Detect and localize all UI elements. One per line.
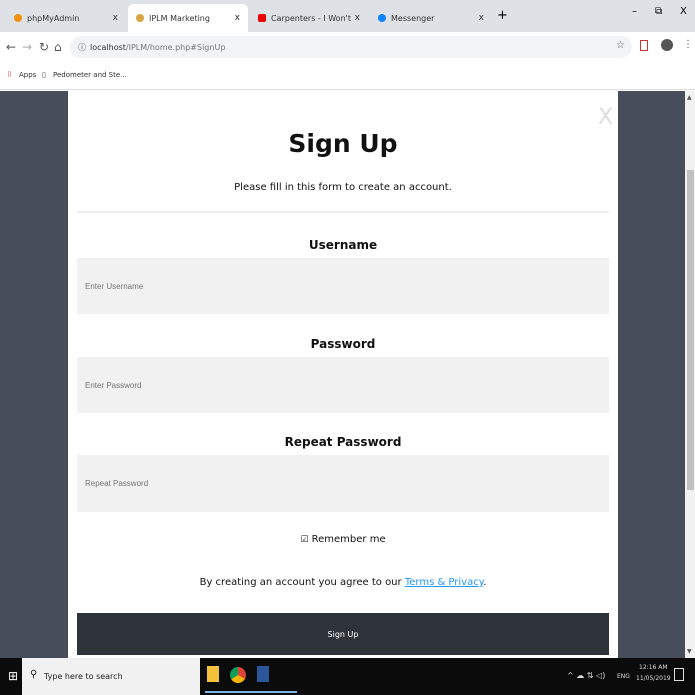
remember-checkbox[interactable]: ☑ [300, 535, 308, 545]
word-icon[interactable] [257, 666, 269, 682]
extension-icon[interactable] [640, 40, 648, 51]
tab-title: IPLM Marketing [149, 13, 210, 23]
back-icon[interactable]: ← [6, 40, 16, 54]
messenger-icon [378, 14, 386, 22]
scroll-up-icon[interactable]: ▲ [687, 94, 692, 101]
bookmark-pedometer[interactable]: Pedometer and Ste... [53, 71, 127, 79]
tab-iplm-marketing[interactable]: IPLM Marketing x [128, 4, 248, 32]
tab-phpmyadmin[interactable]: phpMyAdmin x [6, 4, 126, 32]
address-path: /IPLM/home.php#SignUp [125, 42, 226, 52]
close-tab-icon[interactable]: x [113, 13, 118, 23]
close-modal-button[interactable]: X [598, 105, 613, 130]
menu-icon[interactable]: ⋮ [683, 39, 693, 50]
username-label: Username [308, 238, 378, 252]
modal-title: Sign Up [288, 129, 398, 158]
notifications-icon[interactable] [674, 668, 684, 681]
remember-label[interactable]: Remember me [312, 534, 386, 545]
scrollbar-thumb[interactable] [687, 170, 694, 490]
clock-date: 11/05/2019 [636, 675, 671, 682]
info-icon: ⓘ [78, 42, 86, 52]
signup-button[interactable]: Sign Up [77, 613, 609, 655]
phpmyadmin-icon [14, 14, 22, 22]
chrome-icon[interactable] [230, 667, 246, 683]
username-input[interactable] [77, 258, 609, 314]
tab-title: Messenger [391, 13, 435, 23]
minimize-button[interactable]: – [632, 6, 637, 17]
windows-start-icon[interactable]: ⊞ [8, 669, 18, 683]
terms-suffix: . [483, 577, 487, 588]
bookmark-star-icon[interactable]: ☆ [616, 40, 625, 51]
address-host: localhost [90, 42, 126, 52]
tab-title: phpMyAdmin [27, 13, 80, 23]
password-label: Password [310, 337, 376, 351]
site-icon [136, 14, 144, 22]
page-icon: ▯ [42, 71, 46, 79]
modal-subtitle: Please fill in this form to create an ac… [234, 182, 452, 193]
bookmark-apps[interactable]: Apps [19, 71, 36, 79]
search-icon: ⚲ [30, 669, 38, 680]
apps-icon: ⠿ [7, 71, 13, 79]
tab-youtube[interactable]: Carpenters - I Won't Last A D x [250, 4, 368, 32]
clock[interactable]: 12:16 AM 11/05/2019 [636, 664, 671, 682]
close-tab-icon[interactable]: x [355, 13, 360, 23]
home-icon[interactable]: ⌂ [54, 40, 62, 54]
divider [77, 211, 609, 213]
clock-time: 12:16 AM [639, 664, 668, 671]
close-tab-icon[interactable]: x [235, 13, 240, 23]
active-app-indicator [205, 691, 297, 693]
youtube-icon [258, 14, 266, 22]
tab-bar: phpMyAdmin x IPLM Marketing x Carpenters -… [0, 0, 695, 32]
new-tab-button[interactable]: + [497, 8, 508, 23]
close-window-button[interactable]: X [680, 6, 687, 17]
avatar[interactable] [661, 39, 673, 51]
signup-modal: X Sign Up Please fill in this form to cr… [68, 91, 618, 658]
reload-icon[interactable]: ↻ [39, 40, 49, 54]
taskbar-search[interactable]: ⚲ Type here to search [22, 658, 200, 695]
language-indicator[interactable]: ENG [617, 673, 630, 680]
forward-icon[interactable]: → [22, 40, 32, 54]
terms-link[interactable]: Terms & Privacy [405, 577, 483, 588]
file-explorer-icon[interactable] [207, 666, 219, 682]
password-input[interactable] [77, 357, 609, 413]
scroll-down-icon[interactable]: ▼ [687, 648, 692, 655]
remember-row: ☑ Remember me [68, 534, 618, 545]
close-tab-icon[interactable]: x [479, 13, 484, 23]
repeat-password-input[interactable] [77, 455, 609, 512]
terms-prefix: By creating an account you agree to our [199, 577, 405, 588]
repeat-password-label: Repeat Password [284, 435, 402, 449]
address-bar[interactable]: ⓘ localhost/IPLM/home.php#SignUp [70, 36, 632, 58]
bookmarks-bar: ⠿ Apps ▯ Pedometer and Ste... [0, 62, 695, 90]
terms-text: By creating an account you agree to our … [68, 577, 618, 588]
tab-messenger[interactable]: Messenger x [370, 4, 492, 32]
restore-button[interactable]: ⧉ [655, 6, 662, 17]
tray-icons[interactable]: ^ ☁ ⇅ ◁) [567, 671, 605, 680]
search-placeholder: Type here to search [44, 672, 123, 681]
tab-title: Carpenters - I Won't Last A D [271, 13, 351, 23]
